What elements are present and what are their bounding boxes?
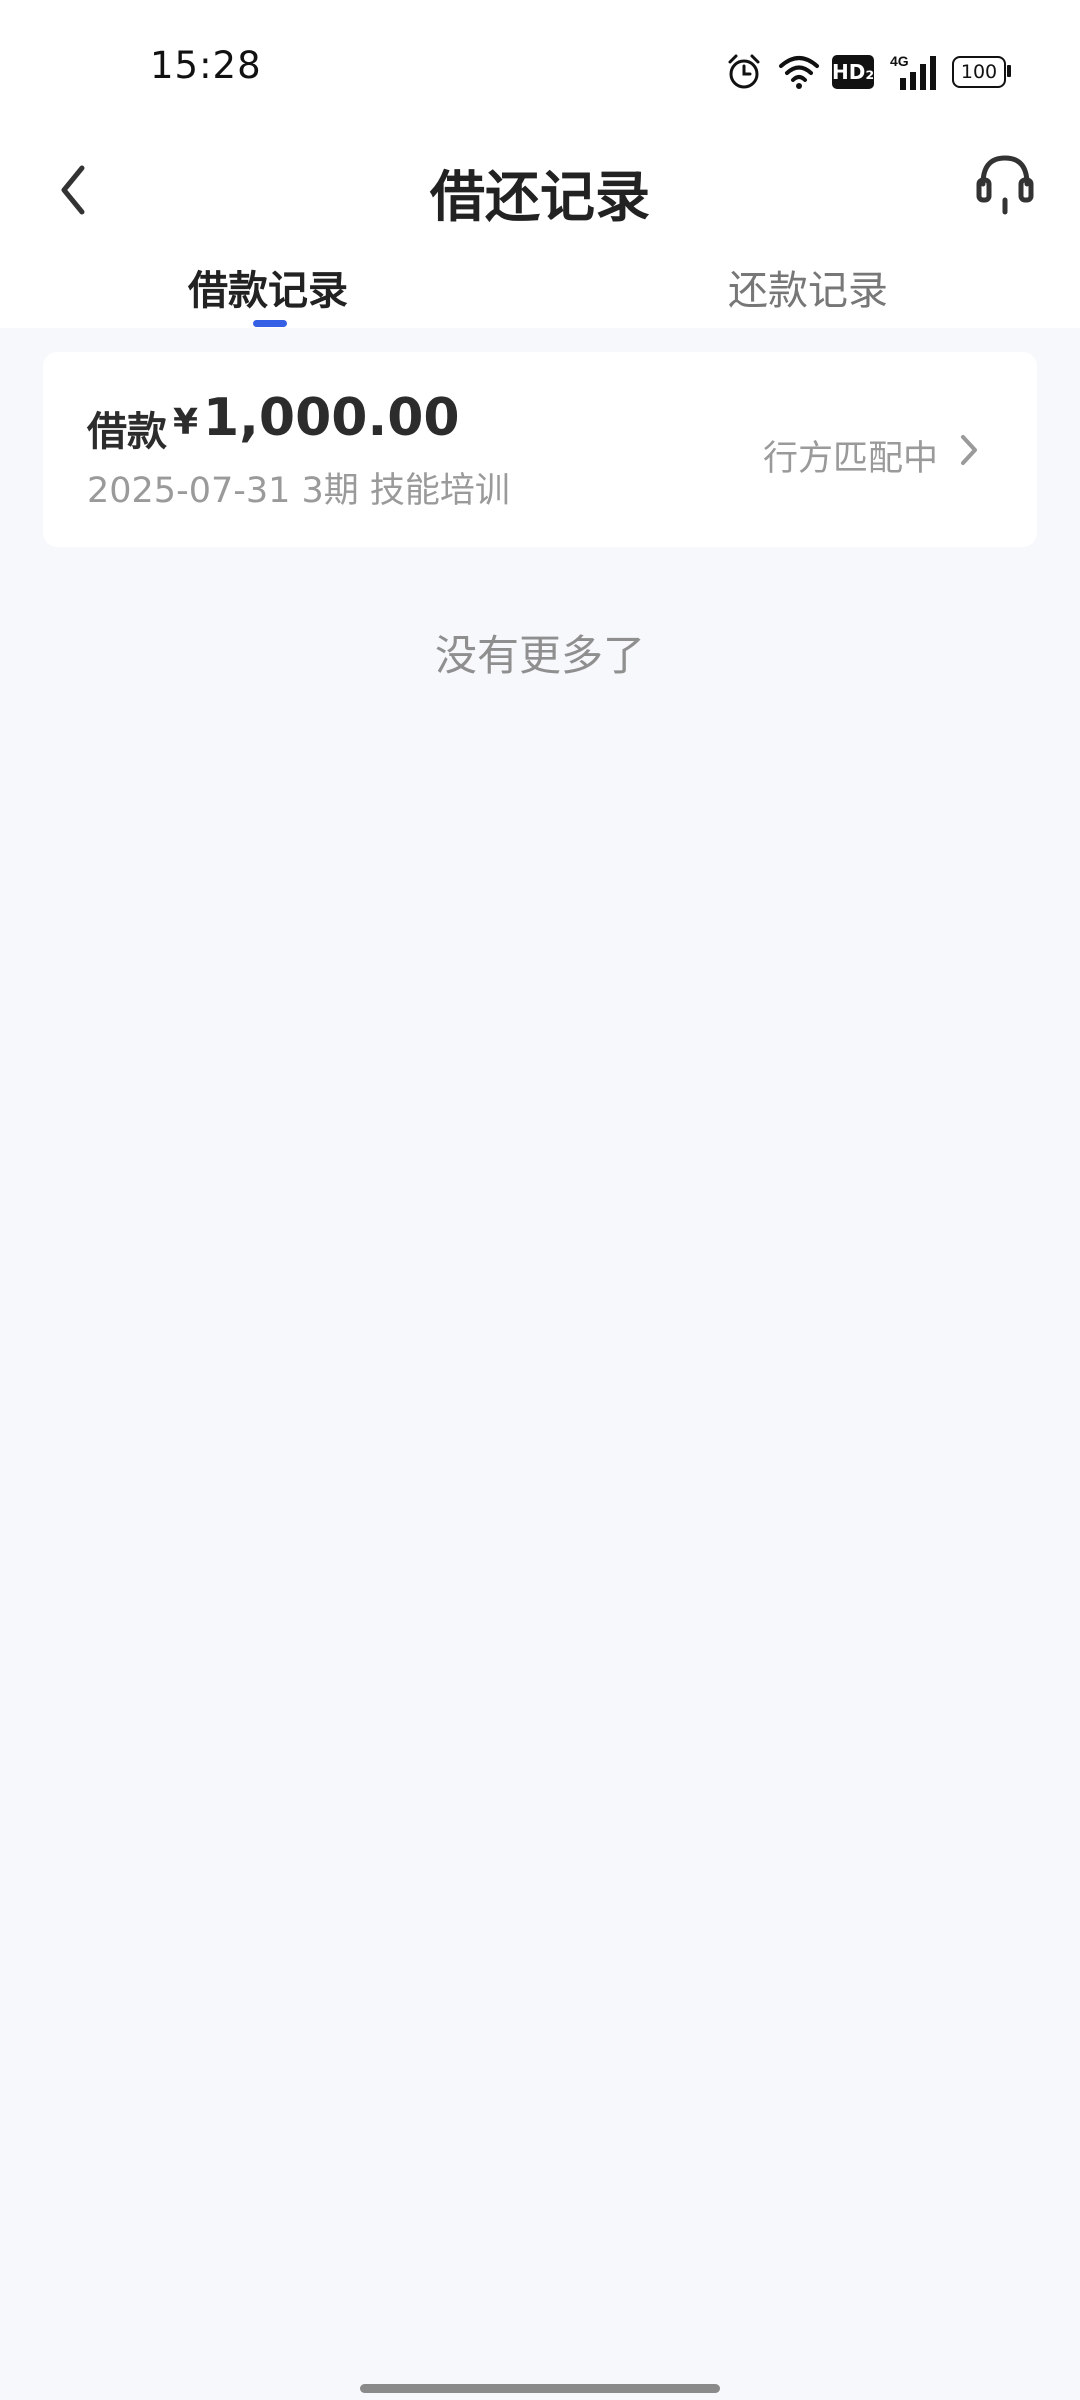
alarm-icon bbox=[728, 54, 760, 89]
home-indicator[interactable] bbox=[360, 2384, 720, 2393]
chevron-right-icon bbox=[961, 435, 977, 465]
customer-service-icon[interactable] bbox=[975, 150, 1035, 220]
currency-symbol: ¥ bbox=[173, 402, 199, 443]
no-more-text: 没有更多了 bbox=[434, 631, 645, 680]
status-time: 15:28 bbox=[150, 44, 262, 87]
battery-tip bbox=[1007, 65, 1011, 77]
page-header: 借还记录 bbox=[0, 140, 1080, 260]
status-bar: 15:28 HD₂ 4G 100 bbox=[0, 0, 1080, 140]
tab-borrow-records[interactable]: 借款记录 bbox=[188, 258, 348, 316]
network-label: 4G bbox=[890, 53, 909, 69]
loan-label: 借款 bbox=[87, 409, 167, 455]
battery-icon: 100 bbox=[952, 56, 1012, 88]
hd-icon: HD₂ bbox=[832, 55, 874, 89]
loan-status: 行方匹配中 bbox=[763, 439, 939, 479]
active-tab-indicator bbox=[253, 320, 287, 327]
loan-meta: 2025-07-31 3期 技能培训 bbox=[87, 471, 510, 511]
page-title: 借还记录 bbox=[429, 165, 650, 229]
wifi-icon bbox=[779, 56, 819, 89]
loan-record-card[interactable]: 借款 ¥ 1,000.00 2025-07-31 3期 技能培训 行方匹配中 bbox=[43, 352, 1037, 547]
battery-level: 100 bbox=[952, 56, 1006, 88]
signal-icon: 4G bbox=[890, 53, 936, 90]
tab-repay-records[interactable]: 还款记录 bbox=[728, 258, 888, 316]
loan-amount: 1,000.00 bbox=[203, 388, 460, 448]
